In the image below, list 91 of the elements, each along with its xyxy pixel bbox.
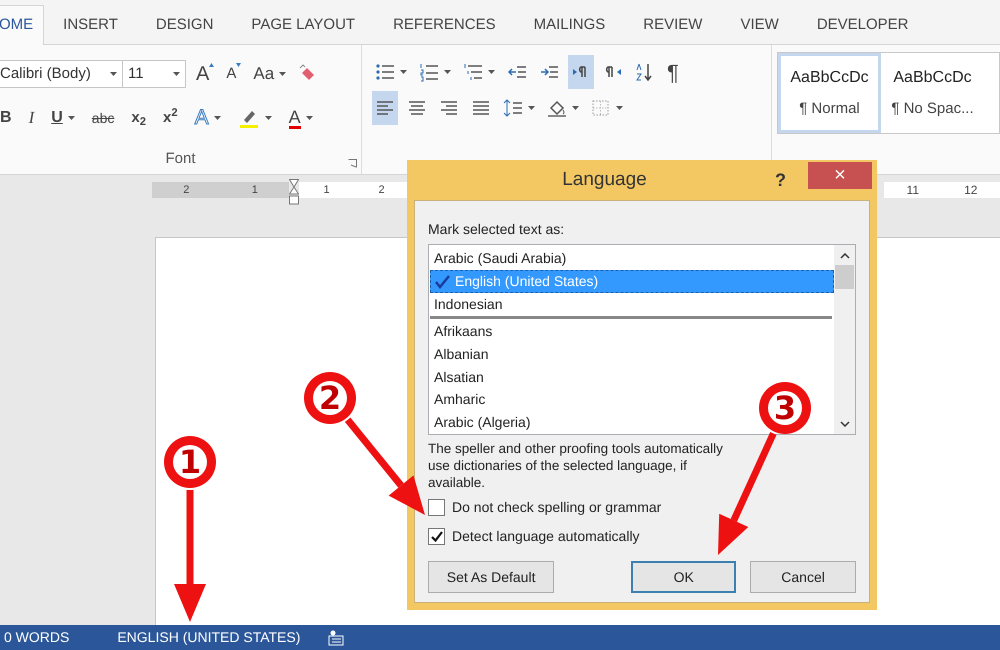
ribbon-tab[interactable]: VIEW	[721, 6, 798, 44]
list-label: Mark selected text as:	[428, 220, 566, 239]
style-gallery-item[interactable]: AaBbCcDc ¶ No Spac...	[881, 53, 984, 133]
italic-button[interactable]: I	[28, 105, 34, 131]
bold-button[interactable]: B	[0, 105, 12, 131]
step-number-badge: 3	[759, 382, 811, 434]
checkbox-option[interactable]: Detect language automatically	[428, 526, 856, 547]
superscript-button[interactable]: x$^{2}$	[162, 105, 178, 131]
ribbon-tab[interactable]: OME	[0, 5, 44, 45]
scroll-up-icon[interactable]	[840, 253, 850, 259]
caret-icon	[572, 106, 579, 110]
dialog-title: Language	[561, 168, 648, 192]
style-name: ¶ Normal	[799, 98, 860, 119]
dialog-launcher-icon	[348, 159, 357, 168]
font-size-field[interactable]: 11	[123, 60, 186, 88]
caret-icon	[279, 72, 286, 76]
multilevel-list-icon	[463, 62, 483, 82]
ribbon-tab[interactable]: PAGE LAYOUT	[232, 6, 374, 44]
down-triangle-icon	[236, 63, 242, 67]
ribbon-tab[interactable]: MAILINGS	[514, 6, 624, 44]
language-option[interactable]: Arabic (Algeria)	[430, 411, 538, 434]
caret-icon	[528, 106, 535, 110]
group-label: Font	[165, 148, 196, 168]
language-option[interactable]: Afrikaans	[430, 320, 500, 344]
caret-icon	[400, 70, 407, 74]
layout-icon[interactable]	[328, 630, 344, 646]
caret-icon	[264, 116, 272, 120]
line-spacing-icon	[503, 98, 523, 118]
ruler-number: 1	[252, 182, 258, 198]
style-preview: AaBbCcDc	[893, 68, 972, 88]
align-left-button[interactable]	[372, 91, 398, 125]
language-option[interactable]: Albanian	[430, 343, 496, 366]
ruler-number: 2	[378, 182, 385, 198]
paint-bucket-icon	[547, 98, 567, 118]
scroll-down-icon[interactable]	[840, 421, 850, 427]
up-triangle-icon	[209, 63, 214, 67]
style-preview: AaBbCcDc	[790, 68, 869, 88]
caret-icon	[68, 116, 75, 120]
checkbox[interactable]	[428, 528, 445, 545]
ribbon-tab[interactable]: DEVELOPER	[798, 6, 928, 44]
checkbox[interactable]	[428, 499, 445, 516]
description-text: The speller and other proofing tools automatically use dictionaries of the selected language, if available.	[428, 440, 724, 491]
close-button[interactable]: ×	[808, 162, 872, 188]
scrollbar-thumb[interactable]	[835, 265, 854, 289]
style-name: ¶ No Spac...	[891, 98, 974, 119]
ribbon-tab[interactable]: DESIGN	[136, 6, 232, 44]
step-number-badge: 1	[164, 436, 216, 488]
language-option[interactable]: Indonesian	[430, 292, 511, 316]
caret-icon	[173, 72, 180, 76]
numbered-list-icon	[419, 62, 439, 82]
spelling-check-icon	[435, 273, 451, 290]
ribbon-tab[interactable]: REFERENCES	[374, 6, 515, 44]
word-count[interactable]: 0 WORDS	[4, 627, 70, 648]
underline-button[interactable]: U	[51, 105, 75, 131]
ruler-number: 12	[964, 182, 978, 199]
caret-icon	[110, 72, 117, 76]
language-option[interactable]: Amharic	[430, 388, 494, 412]
scrollbar[interactable]	[834, 245, 855, 434]
style-gallery-item[interactable]: AaBbCcDc ¶ Normal	[778, 53, 881, 133]
dialog-button[interactable]: OK	[631, 561, 736, 593]
language-indicator[interactable]: ENGLISH (UNITED STATES)	[117, 627, 300, 648]
dialog-button[interactable]: Cancel	[750, 561, 856, 593]
font-color-button[interactable]: A	[288, 105, 313, 131]
checkbox-option[interactable]: Do not check spelling or grammar	[428, 497, 856, 518]
text-effects-button[interactable]: A	[194, 105, 221, 131]
ltr-button[interactable]	[568, 55, 594, 89]
ribbon-tab[interactable]: REVIEW	[624, 6, 722, 44]
shrink-font-button[interactable]: A	[226, 61, 242, 87]
borders-icon	[591, 98, 611, 118]
subscript-button[interactable]: x$_{2}$	[131, 105, 146, 131]
font-name-field[interactable]: Calibri (Body)	[0, 60, 123, 88]
ruler-number: 2	[183, 182, 190, 198]
caret-icon	[616, 106, 623, 110]
strikethrough-button[interactable]: abc	[92, 105, 114, 131]
ruler-number: 11	[906, 182, 919, 199]
caret-icon	[444, 70, 451, 74]
step-number-badge: 2	[304, 372, 356, 424]
dialog-button[interactable]: Set As Default	[428, 561, 554, 593]
caret-icon	[214, 116, 221, 120]
ruler-number: 1	[323, 182, 330, 198]
bullets-icon	[375, 62, 395, 82]
show-marks-button[interactable]: ¶	[664, 55, 682, 89]
language-option[interactable]: Alsatian	[430, 366, 492, 389]
caret-icon	[306, 116, 313, 120]
help-button[interactable]: ?	[775, 166, 786, 194]
ribbon-tab[interactable]: INSERT	[44, 6, 137, 44]
change-case-button[interactable]: Aa	[253, 61, 286, 87]
checkmark-icon	[430, 531, 442, 542]
grow-font-button[interactable]: A	[196, 61, 214, 87]
language-option[interactable]: Arabic (Saudi Arabia)	[430, 247, 574, 270]
caret-icon	[488, 70, 495, 74]
